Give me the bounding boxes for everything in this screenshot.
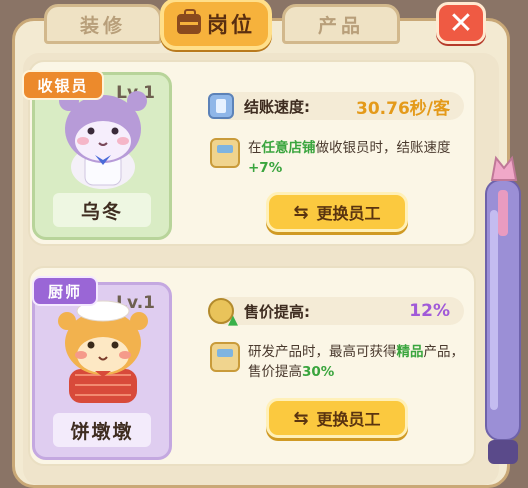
skill-description-cashier: 在任意店铺做收银员时，结账速度+7% — [210, 138, 464, 178]
pen-decoration — [485, 155, 521, 464]
coin-up-icon — [208, 298, 238, 328]
stat-label: 结账速度: — [244, 97, 310, 116]
skill-description-chef: 研发产品时，最高可获得精品产品，售价提高30% — [210, 342, 464, 382]
close-icon: ✕ — [448, 5, 474, 41]
swap-button-label: 更换员工 — [316, 410, 381, 429]
role-badge-chef: 厨师 — [32, 276, 98, 306]
stat-label: 售价提高: — [244, 302, 310, 321]
briefcase-icon — [177, 9, 201, 34]
shop-icon — [210, 138, 240, 168]
staff-name: 饼墩墩 — [53, 413, 151, 447]
tab-positions[interactable]: 岗位 — [160, 0, 272, 50]
tab-decor[interactable]: 装修 — [44, 4, 162, 44]
skill-text: 在任意店铺做收银员时，结账速度+7% — [248, 140, 451, 176]
swap-staff-button-chef[interactable]: ⇆ 更换员工 — [266, 398, 408, 438]
shop-icon — [210, 342, 240, 372]
swap-staff-button-cashier[interactable]: ⇆ 更换员工 — [266, 192, 408, 232]
stat-value: 12% — [409, 301, 450, 321]
hamster-chef-avatar — [58, 300, 148, 403]
phone-icon — [208, 93, 234, 119]
stat-checkout-speed: 结账速度: 30.76秒/客 — [208, 92, 464, 120]
skill-text: 研发产品时，最高可获得精品产品，售价提高30% — [248, 344, 464, 380]
tab-positions-label: 岗位 — [207, 13, 255, 37]
swap-button-label: 更换员工 — [316, 204, 381, 223]
staff-name: 乌冬 — [53, 193, 151, 227]
role-badge-cashier: 收银员 — [22, 70, 104, 100]
tab-products[interactable]: 产品 — [282, 4, 400, 44]
swap-icon: ⇆ — [293, 201, 309, 223]
portrait-chef[interactable]: Lv.1 饼墩墩 — [32, 282, 172, 460]
close-button[interactable]: ✕ — [436, 2, 486, 44]
stat-price-increase: 售价提高: 12% — [208, 297, 464, 328]
hamster-cashier-avatar — [59, 91, 147, 189]
stat-value: 30.76秒/客 — [356, 98, 450, 119]
swap-icon: ⇆ — [293, 407, 309, 429]
